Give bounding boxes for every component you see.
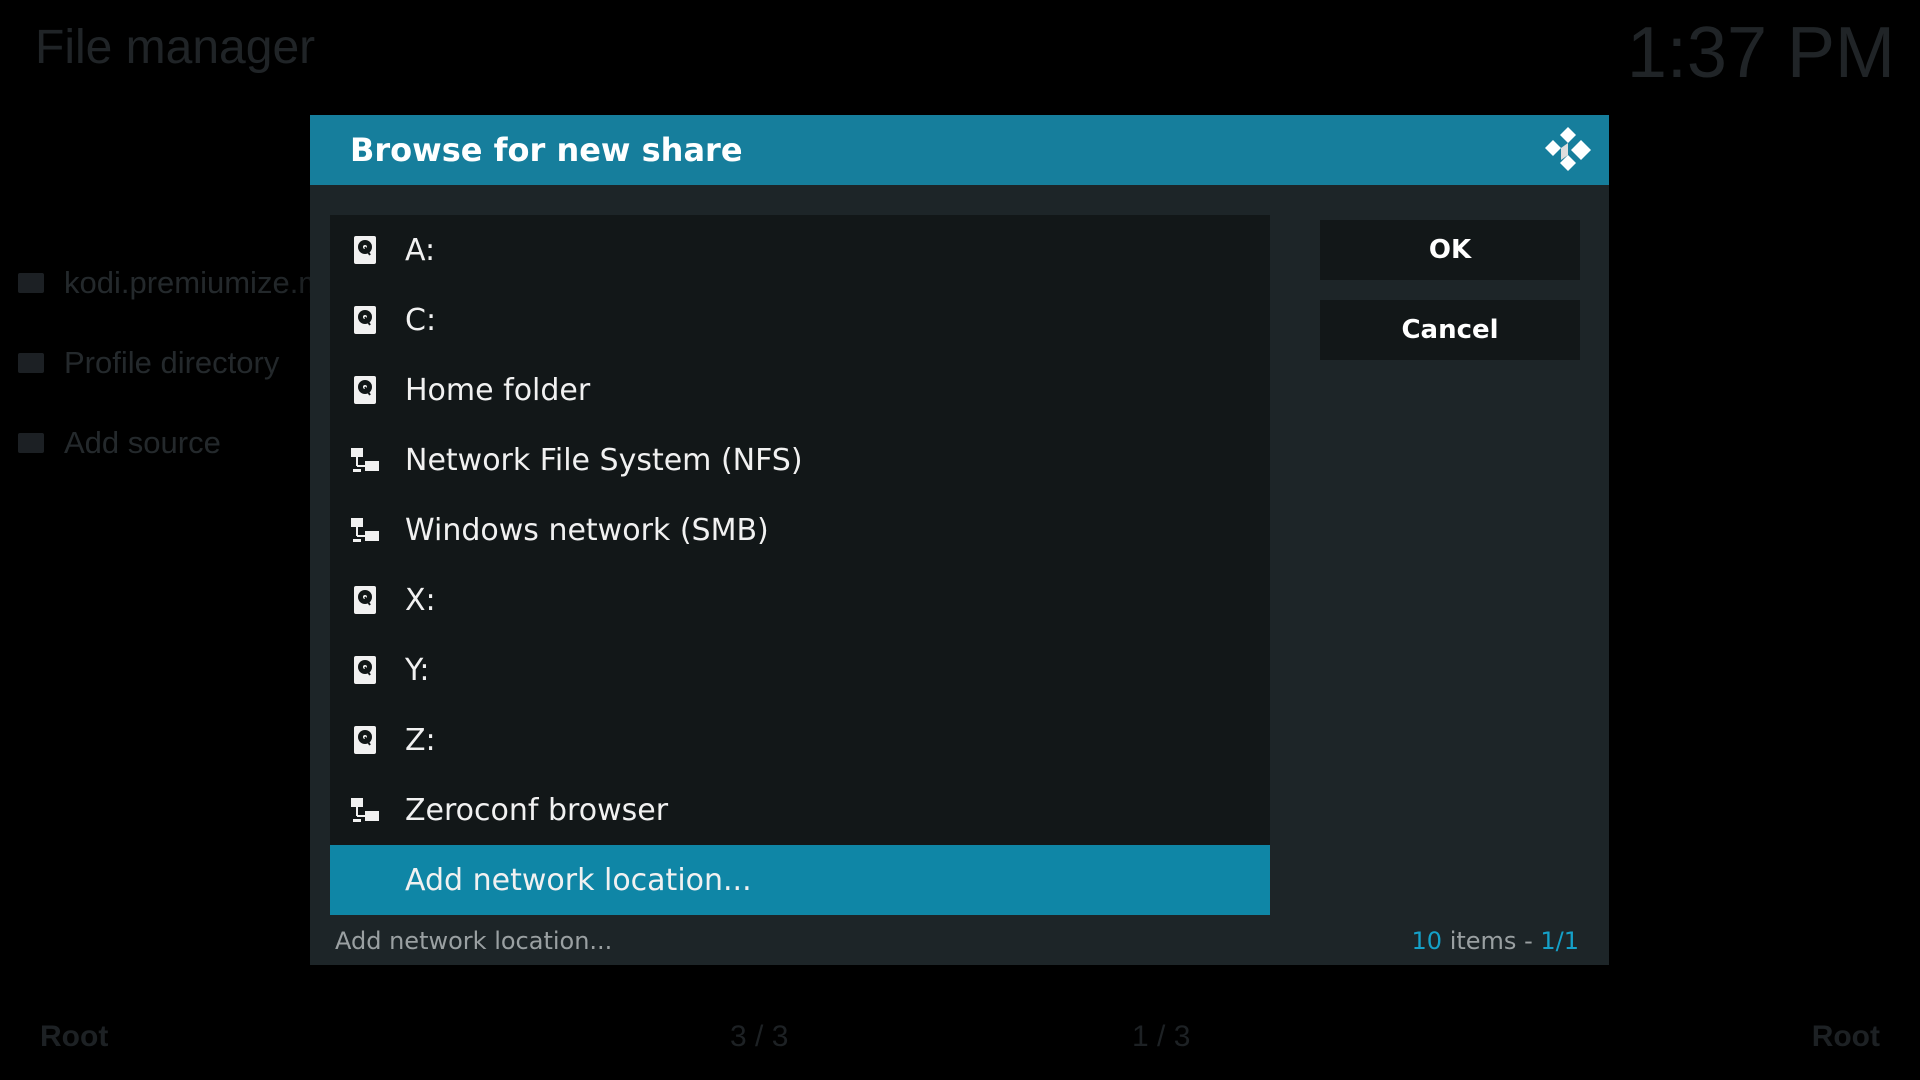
network-icon: [351, 798, 379, 822]
share-item-y[interactable]: Y:: [330, 635, 1270, 705]
hard-drive-icon: [354, 376, 376, 404]
share-item-label: Y:: [405, 652, 430, 688]
folder-icon: [18, 353, 44, 373]
share-item-a[interactable]: A:: [330, 215, 1270, 285]
folder-icon: [18, 433, 44, 453]
share-item-label: X:: [405, 582, 436, 618]
share-item-label: Network File System (NFS): [405, 442, 803, 478]
share-item-home-folder[interactable]: Home folder: [330, 355, 1270, 425]
folder-icon: [18, 273, 44, 293]
kodi-logo-icon: [1545, 127, 1591, 171]
share-item-x[interactable]: X:: [330, 565, 1270, 635]
share-item-label: Zeroconf browser: [405, 792, 669, 828]
selected-item-description: Add network location...: [335, 927, 613, 955]
share-item-label: Z:: [405, 722, 436, 758]
share-item-label: C:: [405, 302, 437, 338]
browse-share-dialog: Browse for new share A: C: Home folder N…: [310, 115, 1609, 965]
item-count: 10: [1411, 927, 1443, 955]
source-item[interactable]: kodi.premiumize.m: [18, 265, 324, 301]
items-word: items: [1449, 927, 1517, 955]
network-icon: [351, 448, 379, 472]
footer-center-right-count: 1 / 3: [1132, 1020, 1191, 1053]
share-item-smb[interactable]: Windows network (SMB): [330, 495, 1270, 565]
page-indicator: 1/1: [1540, 927, 1579, 955]
clock: 1:37 PM: [1626, 13, 1895, 93]
hard-drive-icon: [354, 586, 376, 614]
footer-right-label: Root: [1811, 1020, 1880, 1053]
hard-drive-icon: [354, 656, 376, 684]
share-item-z[interactable]: Z:: [330, 705, 1270, 775]
status-separator: -: [1524, 927, 1533, 955]
dialog-title: Browse for new share: [350, 131, 743, 169]
share-item-label: Windows network (SMB): [405, 512, 769, 548]
hard-drive-icon: [354, 726, 376, 754]
page-title: File manager: [35, 21, 316, 74]
cancel-button[interactable]: Cancel: [1320, 300, 1580, 360]
dialog-header: Browse for new share: [310, 115, 1609, 185]
footer-left-label: Root: [40, 1020, 109, 1053]
share-item-add-network-location[interactable]: Add network location...: [330, 845, 1270, 915]
network-icon: [351, 518, 379, 542]
ok-button[interactable]: OK: [1320, 220, 1580, 280]
share-item-c[interactable]: C:: [330, 285, 1270, 355]
source-item-label: kodi.premiumize.m: [64, 265, 325, 300]
share-item-zeroconf[interactable]: Zeroconf browser: [330, 775, 1270, 845]
share-item-label: A:: [405, 232, 436, 268]
hard-drive-icon: [354, 306, 376, 334]
hard-drive-icon: [354, 236, 376, 264]
source-item-label: Add source: [64, 425, 221, 460]
share-item-label: Home folder: [405, 372, 591, 408]
share-list: A: C: Home folder Network File System (N…: [330, 215, 1270, 915]
source-item[interactable]: Profile directory: [18, 345, 279, 381]
source-item-label: Profile directory: [64, 345, 280, 380]
item-count-status: 10 items - 1/1: [1412, 927, 1580, 955]
footer-center-left-count: 3 / 3: [730, 1020, 789, 1053]
share-item-nfs[interactable]: Network File System (NFS): [330, 425, 1270, 495]
source-item[interactable]: Add source: [18, 425, 221, 461]
share-item-label: Add network location...: [405, 862, 752, 898]
